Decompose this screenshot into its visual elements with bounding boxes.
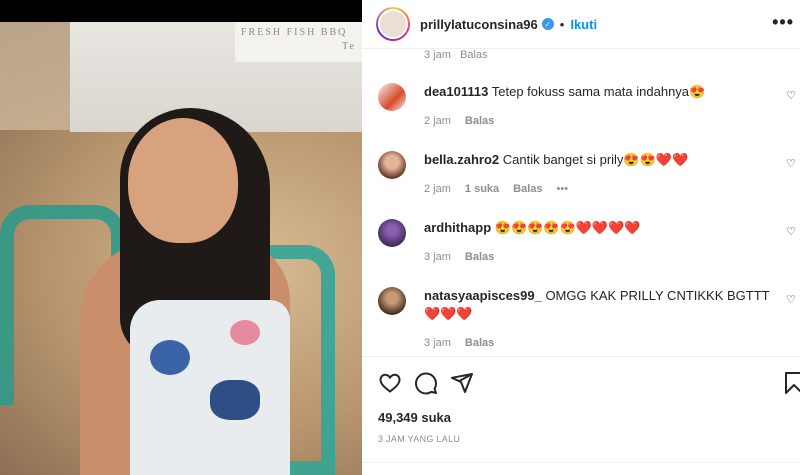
comment-like-heart-icon[interactable]: ♡ (786, 293, 796, 306)
comment-time: 2 jam (424, 183, 451, 195)
comments-list[interactable]: 3 jam Balas dea101113 Tetep fokuss sama … (362, 48, 800, 353)
share-icon[interactable] (450, 371, 474, 395)
photo-sign-text: FRESH FISH BBQ (241, 27, 348, 38)
commenter-avatar[interactable] (378, 219, 406, 247)
comment-like-heart-icon[interactable]: ♡ (786, 157, 796, 170)
commenter-avatar[interactable] (378, 83, 406, 111)
photo-top-bar (0, 0, 362, 22)
follow-button[interactable]: Ikuti (570, 17, 597, 32)
divider (362, 462, 800, 463)
post-header: prillylatuconsina96 ✓ • Ikuti ••• (362, 0, 800, 48)
bookmark-icon[interactable] (782, 371, 800, 395)
post-timestamp: 3 JAM YANG LALU (378, 434, 461, 444)
previous-comment-meta: 3 jam Balas (424, 49, 488, 61)
photo-person-face (128, 118, 238, 243)
commenter-avatar[interactable] (378, 151, 406, 179)
reply-button[interactable]: Balas (465, 337, 494, 349)
comment-options-icon[interactable]: ••• (557, 183, 569, 195)
comment-like-heart-icon[interactable]: ♡ (786, 225, 796, 238)
commenter-username[interactable]: bella.zahro2 (424, 152, 499, 167)
photo-sign: FRESH FISH BBQ Te (235, 22, 362, 62)
comment-text: Cantik banget si prily😍😍❤️❤️ (502, 152, 689, 167)
verified-icon: ✓ (541, 18, 554, 30)
comment-text: Tetep fokuss sama mata indahnya😍 (491, 84, 706, 99)
commenter-avatar[interactable] (378, 287, 406, 315)
reply-button[interactable]: Balas (465, 115, 494, 127)
commenter-username[interactable]: natasyaapisces99_ (424, 288, 542, 303)
heart-icon[interactable] (378, 371, 402, 395)
post-photo[interactable]: FRESH FISH BBQ Te (0, 0, 362, 475)
comment-like-heart-icon[interactable]: ♡ (786, 89, 796, 102)
post-detail-panel: prillylatuconsina96 ✓ • Ikuti ••• 3 jam … (362, 0, 800, 475)
more-icon[interactable]: ••• (772, 12, 794, 33)
comment-icon[interactable] (414, 371, 438, 395)
post-actions-bar (362, 356, 800, 406)
commenter-username[interactable]: dea101113 (424, 84, 488, 99)
comment-text: 😍😍😍😍😍❤️❤️❤️❤️ (494, 220, 641, 235)
photo-person-dress (130, 300, 290, 475)
likes-count[interactable]: 49,349 suka (378, 410, 451, 425)
photo-sign-text-2: Te (342, 41, 356, 52)
author-username[interactable]: prillylatuconsina96 (420, 17, 538, 32)
author-avatar[interactable] (376, 7, 410, 41)
comment-likes-count[interactable]: 1 suka (465, 183, 499, 195)
header-separator: • (559, 16, 565, 32)
comment-time: 3 jam (424, 337, 451, 349)
reply-button[interactable]: Balas (513, 183, 542, 195)
comment-time: 3 jam (424, 251, 451, 263)
comment-time: 2 jam (424, 115, 451, 127)
commenter-username[interactable]: ardhithapp (424, 220, 491, 235)
reply-button[interactable]: Balas (465, 251, 494, 263)
